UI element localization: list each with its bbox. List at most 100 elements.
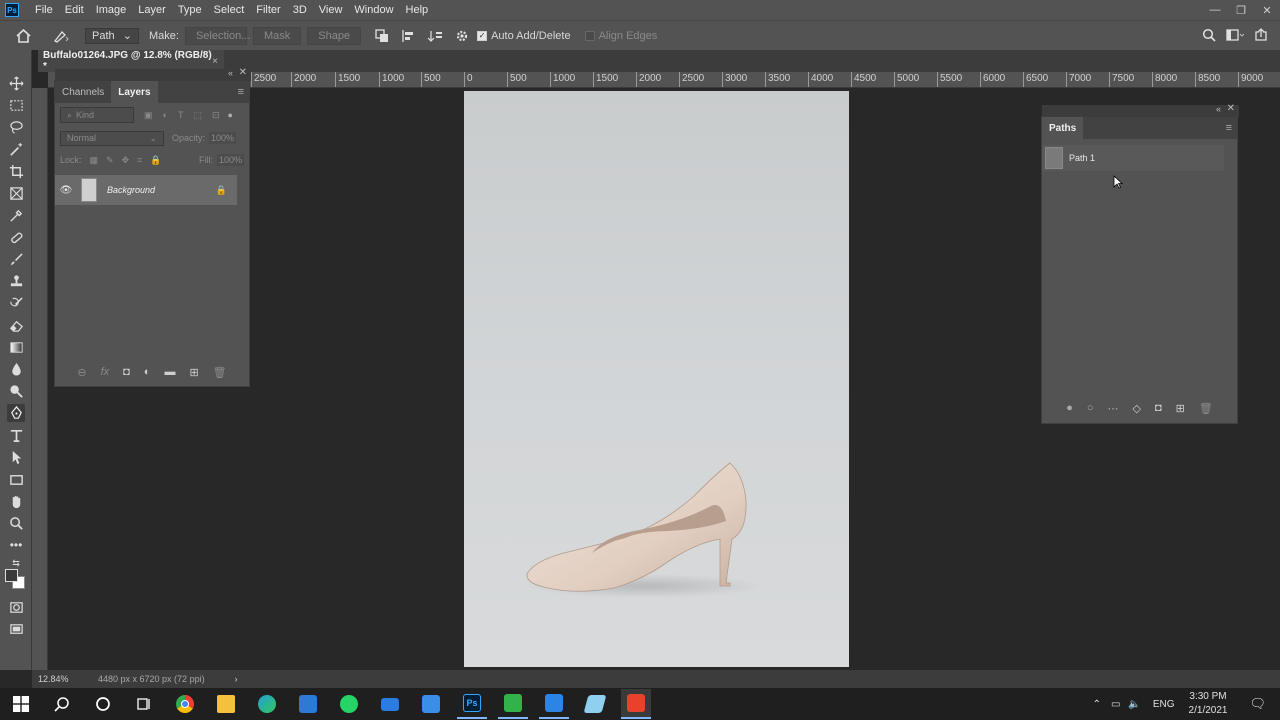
layer-lock-icon[interactable]: 🔒 — [216, 185, 227, 196]
smart-object-filter-icon[interactable]: ⊡ — [212, 110, 220, 121]
collapse-icon[interactable]: « — [228, 68, 233, 78]
menu-filter[interactable]: Filter — [250, 0, 286, 20]
clone-stamp-tool-icon[interactable] — [7, 272, 25, 290]
lock-position-icon[interactable]: ✥ — [122, 155, 130, 166]
new-path-icon[interactable]: ⊞ — [1176, 402, 1185, 415]
trash-icon[interactable]: 🗑 — [213, 366, 227, 379]
zoom-level[interactable]: 12.84% — [38, 674, 88, 684]
lock-transparent-icon[interactable]: ▦ — [90, 155, 99, 166]
crystal-app-icon[interactable] — [580, 689, 610, 719]
image-filter-icon[interactable]: ▣ — [144, 110, 153, 121]
type-filter-icon[interactable]: T — [178, 110, 184, 120]
adjustment-filter-icon[interactable]: ◐ — [163, 110, 168, 120]
menu-view[interactable]: View — [313, 0, 349, 20]
type-tool-icon[interactable] — [7, 426, 25, 444]
color-swatches[interactable] — [4, 568, 26, 590]
opacity-field[interactable]: 100% — [209, 132, 237, 144]
windows-start-icon[interactable] — [6, 689, 36, 719]
history-brush-tool-icon[interactable] — [7, 294, 25, 312]
crop-tool-icon[interactable] — [7, 162, 25, 180]
gradient-tool-icon[interactable] — [7, 338, 25, 356]
path-arrangement-icon[interactable] — [427, 29, 443, 43]
filter-kind-dropdown[interactable]: ⌕ Kind — [60, 107, 134, 123]
zoom-tool-icon[interactable] — [7, 514, 25, 532]
close-tab-icon[interactable]: × — [212, 56, 218, 67]
notifications-icon[interactable]: 🗨 — [1249, 696, 1266, 712]
photos-icon[interactable] — [539, 689, 569, 719]
hand-tool-icon[interactable] — [7, 492, 25, 510]
microsoft-store-icon[interactable] — [293, 689, 323, 719]
brush-tool-icon[interactable] — [7, 250, 25, 268]
home-icon[interactable] — [16, 28, 31, 43]
add-mask-icon[interactable]: ◘ — [1155, 402, 1162, 414]
path-selection-tool-icon[interactable] — [7, 448, 25, 466]
rectangle-tool-icon[interactable] — [7, 470, 25, 488]
menu-layer[interactable]: Layer — [132, 0, 172, 20]
tab-channels[interactable]: Channels — [55, 81, 111, 103]
search-icon[interactable] — [1202, 28, 1216, 42]
close-icon[interactable]: ✕ — [1227, 103, 1235, 114]
make-selection-button[interactable]: Selection... — [184, 26, 250, 45]
new-layer-icon[interactable]: ⊞ — [189, 366, 198, 379]
blur-tool-icon[interactable] — [7, 360, 25, 378]
mail-icon[interactable] — [375, 689, 405, 719]
move-tool-icon[interactable] — [7, 74, 25, 92]
lock-all-icon[interactable]: 🔒 — [150, 155, 161, 166]
camtasia-icon[interactable] — [621, 689, 651, 719]
stroke-path-icon[interactable]: ○ — [1087, 402, 1094, 414]
panel-menu-icon[interactable]: ≡ — [238, 81, 244, 103]
file-explorer-icon[interactable] — [211, 689, 241, 719]
dodge-tool-icon[interactable] — [7, 382, 25, 400]
mask-icon[interactable]: ◘ — [123, 366, 130, 378]
photoshop-taskbar-icon[interactable]: Ps — [457, 689, 487, 719]
pen-tool-icon[interactable] — [7, 404, 25, 422]
path-alignment-icon[interactable] — [401, 29, 415, 43]
fill-path-icon[interactable]: ● — [1066, 402, 1073, 414]
collapse-icon[interactable]: « — [1216, 104, 1221, 114]
healing-brush-tool-icon[interactable] — [7, 228, 25, 246]
layer-name[interactable]: Background — [107, 185, 155, 195]
folder-icon[interactable]: ▬ — [164, 366, 175, 378]
app-window-icon[interactable] — [416, 689, 446, 719]
eye-icon[interactable]: 👁 — [55, 185, 77, 196]
document-image[interactable] — [464, 91, 849, 667]
workspace-icon[interactable] — [1226, 28, 1244, 42]
layer-row-background[interactable]: 👁 Background 🔒 — [55, 175, 237, 205]
panel-menu-icon[interactable]: ≡ — [1226, 117, 1232, 139]
link-icon[interactable]: ⊖ — [77, 366, 86, 379]
align-edges-checkbox[interactable]: Align Edges — [584, 30, 657, 42]
frame-tool-icon[interactable] — [7, 184, 25, 202]
menu-select[interactable]: Select — [208, 0, 251, 20]
screen-mode-icon[interactable] — [7, 620, 25, 638]
eyedropper-tool-icon[interactable] — [7, 206, 25, 224]
menu-help[interactable]: Help — [400, 0, 435, 20]
share-icon[interactable] — [1254, 28, 1268, 42]
path-name[interactable]: Path 1 — [1069, 153, 1095, 163]
menu-image[interactable]: Image — [90, 0, 133, 20]
auto-add-delete-checkbox[interactable]: ✓ Auto Add/Delete — [477, 30, 571, 42]
close-icon[interactable]: ✕ — [1254, 0, 1280, 20]
network-icon[interactable]: ▭ — [1111, 699, 1120, 710]
task-view-icon[interactable] — [129, 689, 159, 719]
menu-edit[interactable]: Edit — [59, 0, 90, 20]
show-hidden-icons-icon[interactable]: ⌃ — [1093, 699, 1101, 710]
tool-mode-dropdown[interactable]: Path ⌄ — [85, 27, 139, 44]
restore-icon[interactable]: ❐ — [1228, 0, 1254, 20]
magic-wand-tool-icon[interactable] — [7, 140, 25, 158]
tab-paths[interactable]: Paths — [1042, 117, 1084, 139]
make-path-icon[interactable]: ◇ — [1133, 402, 1141, 415]
trash-icon[interactable]: 🗑 — [1199, 402, 1213, 415]
pen-tool-preset-icon[interactable] — [53, 29, 69, 43]
filter-toggle-icon[interactable]: ● — [228, 110, 233, 120]
search-icon[interactable] — [47, 689, 77, 719]
path-operations-icon[interactable] — [375, 28, 389, 43]
camtasia-recorder-icon[interactable] — [498, 689, 528, 719]
load-selection-icon[interactable]: ⋯ — [1108, 402, 1119, 415]
minimize-icon[interactable]: — — [1202, 0, 1228, 20]
edge-icon[interactable] — [252, 689, 282, 719]
clock[interactable]: 3:30 PM 2/1/2021 — [1189, 690, 1228, 718]
adjustment-icon[interactable]: ◐ — [144, 366, 151, 378]
menu-window[interactable]: Window — [348, 0, 399, 20]
marquee-tool-icon[interactable] — [7, 96, 25, 114]
lasso-tool-icon[interactable] — [7, 118, 25, 136]
